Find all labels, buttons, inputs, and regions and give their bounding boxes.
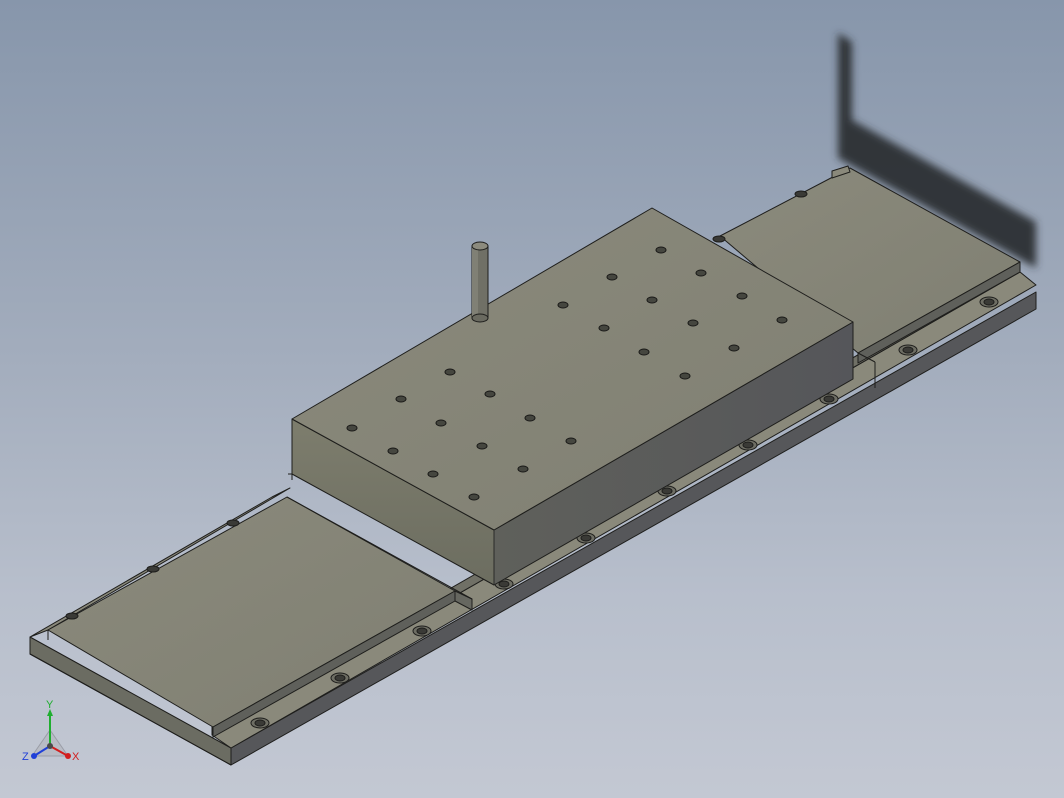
locating-pin[interactable] (471, 241, 489, 323)
y-axis-label: Y (46, 699, 54, 711)
z-axis-label: Z (22, 751, 29, 763)
model-canvas[interactable]: Y X Z (0, 0, 1064, 798)
cad-3d-viewport[interactable]: Y X Z (0, 0, 1064, 798)
axis-triad[interactable]: Y X Z (22, 699, 80, 763)
x-axis-label: X (72, 751, 80, 763)
